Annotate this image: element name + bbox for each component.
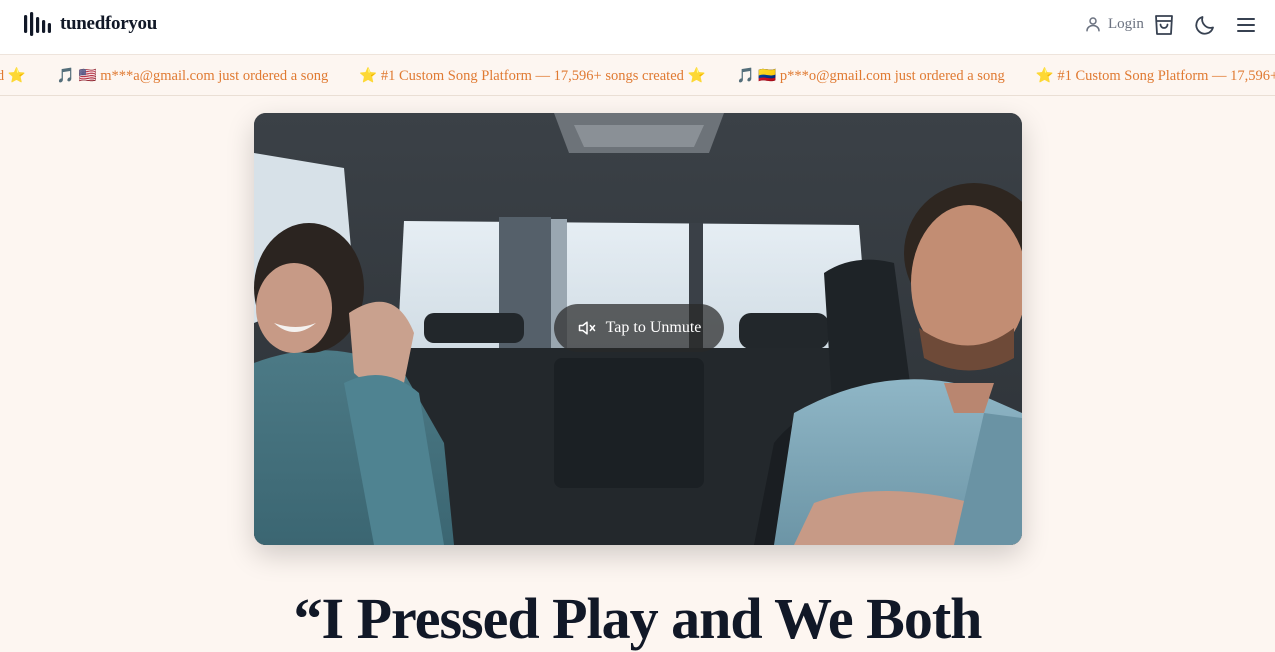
ticker-item: ⭐ #1 Custom Song Platform — 17,596+ song… — [359, 68, 706, 84]
logo-bars-icon — [24, 12, 51, 36]
speaker-muted-icon — [578, 321, 595, 335]
ticker-item: 🎵 🇨🇴 p***o@gmail.com just ordered a song — [736, 68, 1005, 84]
ticker-item: 🎵 🇺🇸 m***a@gmail.com just ordered a song — [56, 68, 329, 84]
login-label: Login — [1108, 16, 1144, 32]
ticker-item: ⭐ #1 Custom Song Platform — 17,596+ song… — [1035, 68, 1275, 84]
site-header: tunedforyou Login — [0, 0, 1275, 55]
testimonial-video[interactable]: Tap to Unmute — [254, 113, 1022, 545]
ticker-track: ated ⭐ 🎵 🇺🇸 m***a@gmail.com just ordered… — [0, 67, 1275, 85]
menu-icon[interactable] — [1234, 13, 1258, 37]
announcement-ticker: ated ⭐ 🎵 🇺🇸 m***a@gmail.com just ordered… — [0, 56, 1275, 96]
moon-icon[interactable] — [1193, 13, 1217, 37]
login-button[interactable]: Login — [1084, 14, 1144, 34]
page-headline: “I Pressed Play and We Both — [293, 586, 983, 651]
shopping-bag-icon[interactable] — [1152, 13, 1176, 37]
user-icon — [1086, 17, 1100, 32]
ticker-item: ated ⭐ — [0, 68, 26, 84]
unmute-label: Tap to Unmute — [605, 319, 702, 336]
brand-name: tunedforyou — [60, 13, 157, 34]
brand-logo[interactable]: tunedforyou — [24, 12, 157, 36]
tap-to-unmute-button[interactable]: Tap to Unmute — [554, 304, 724, 352]
